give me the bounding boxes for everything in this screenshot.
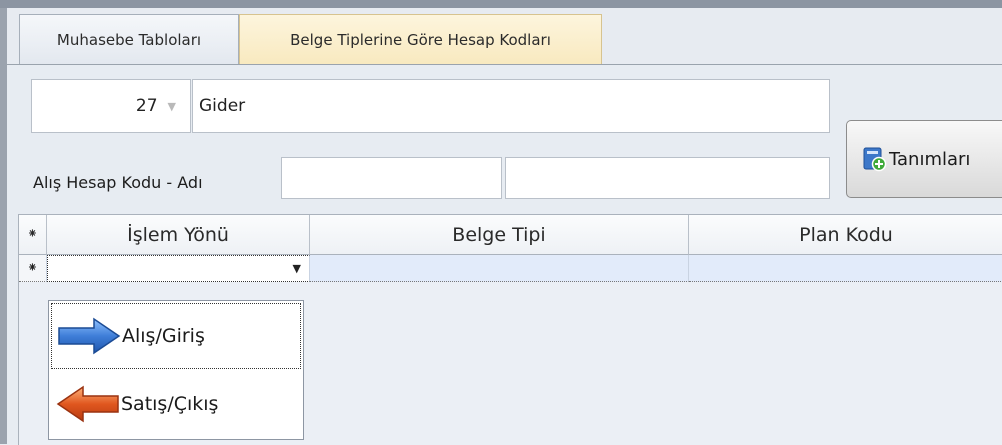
code-value: 27 (135, 96, 158, 116)
tab-label: Belge Tiplerine Göre Hesap Kodları (290, 31, 551, 49)
window-top-border (0, 0, 1002, 8)
tab-muhasebe-tablolari[interactable]: Muhasebe Tabloları (19, 14, 239, 64)
option-label: Satış/Çıkış (121, 393, 219, 415)
new-row-indicator: ⁕ (19, 255, 47, 282)
name-field[interactable]: Gider (192, 79, 830, 133)
option-label: Alış/Giriş (122, 325, 205, 347)
islem-yonu-cell-editor[interactable]: ▼ (47, 255, 310, 282)
arrow-right-icon (58, 317, 121, 355)
alis-hesap-adi-input[interactable] (505, 157, 830, 199)
alis-hesap-kodu-input[interactable] (281, 157, 502, 199)
column-header-belge-tipi[interactable]: Belge Tipi (310, 215, 689, 255)
code-lookup-field[interactable]: 27 ▼ (31, 79, 191, 133)
chevron-down-icon[interactable]: ▼ (293, 262, 301, 275)
tab-label: Muhasebe Tabloları (56, 30, 202, 49)
add-document-icon (863, 147, 887, 172)
name-value: Gider (199, 96, 246, 116)
column-header-islem-yonu[interactable]: İşlem Yönü (47, 215, 310, 255)
tab-belge-tiplerine-gore[interactable]: Belge Tiplerine Göre Hesap Kodları (239, 14, 602, 65)
belge-tipi-cell[interactable] (310, 255, 689, 282)
chevron-down-icon[interactable]: ▼ (168, 100, 176, 113)
islem-yonu-dropdown: Alış/Giriş Satış/Çıkış (48, 300, 304, 440)
arrow-left-icon (56, 385, 119, 423)
option-alis-giris[interactable]: Alış/Giriş (51, 303, 301, 369)
tanimlari-button[interactable]: Tanımları (846, 120, 1002, 198)
plan-kodu-cell[interactable] (689, 255, 1002, 282)
tanimlari-label: Tanımları (889, 148, 971, 170)
option-satis-cikis[interactable]: Satış/Çıkış (51, 371, 301, 437)
alis-hesap-label: Alış Hesap Kodu - Adı (33, 172, 203, 192)
grid-indicator-header: ⁕ (19, 215, 47, 255)
column-header-plan-kodu[interactable]: Plan Kodu (689, 215, 1002, 255)
